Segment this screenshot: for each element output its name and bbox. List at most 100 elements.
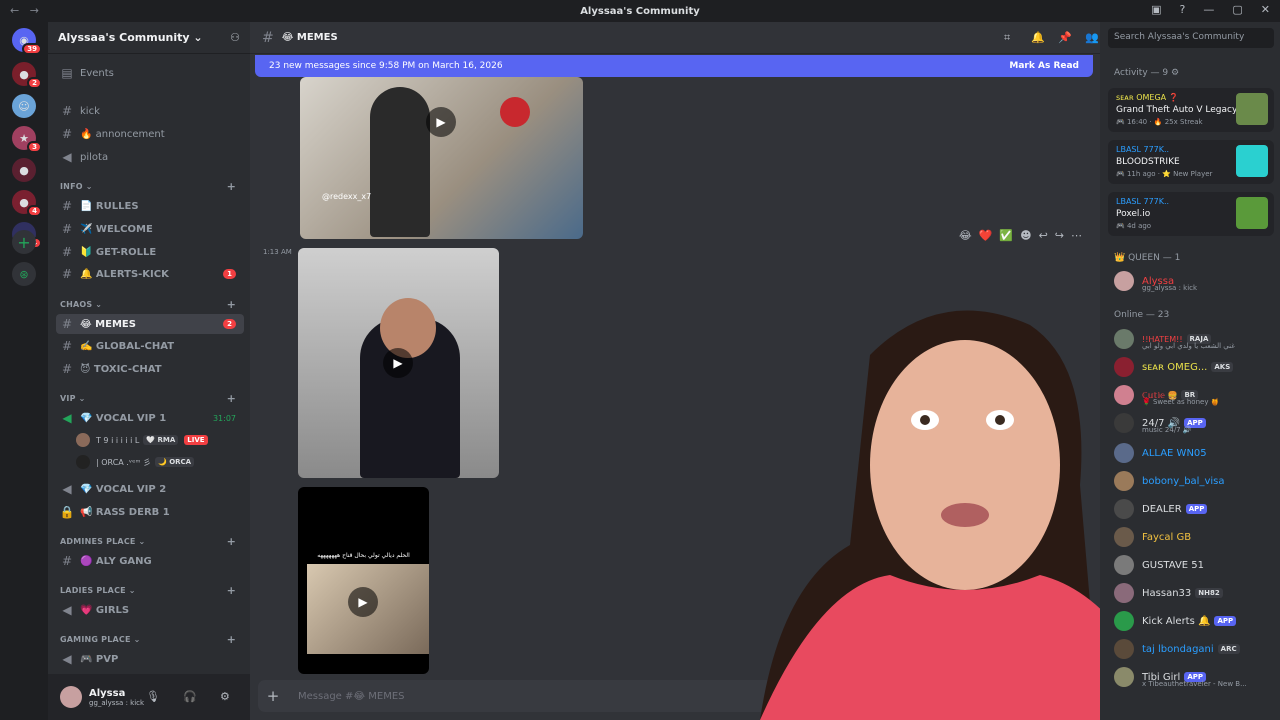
server-icon[interactable]: ● (12, 158, 36, 182)
home-icon[interactable]: ◉ 39 (12, 28, 42, 55)
channel-rulles[interactable]: # 📄 RULLES (56, 196, 244, 216)
bell-icon[interactable]: 🔔 (1031, 31, 1045, 44)
voice-channel-vip1[interactable]: ◀ 💎 VOCAL VIP 1 31:07 (56, 408, 244, 428)
channel-aly-gang[interactable]: # 🟣 ALY GANG (56, 551, 244, 571)
channel-memes[interactable]: # 😂 MEMES 2 (56, 314, 244, 334)
activity-card[interactable]: LBASL 777K.. Poxel.io 🎮 4d ago (1108, 192, 1274, 236)
play-icon[interactable]: ▶ (348, 587, 378, 617)
add-channel-icon[interactable]: + (227, 180, 236, 193)
server-icon[interactable]: ☺ (12, 94, 36, 118)
settings-gear-icon[interactable]: ⚙ (220, 690, 230, 703)
events-link[interactable]: ▤ Events (56, 63, 244, 83)
category-ladies-place[interactable]: LADIES PLACE ⌄ + (60, 584, 244, 597)
add-reaction-icon[interactable]: ☻ (1020, 229, 1031, 242)
video-attachment[interactable]: ▶ @redexx_x7 (300, 77, 583, 239)
new-messages-bar[interactable]: 23 new messages since 9:58 PM on March 1… (255, 55, 1093, 77)
microphone-icon[interactable]: 🎙 (146, 690, 160, 703)
member-item[interactable]: Tibi Girl APP x Tibeauthetraveler - New B.… (1114, 664, 1280, 690)
member-item[interactable]: 24/7 🔊 APP music 24/7 🔊 (1114, 410, 1280, 436)
server-name: Alyssaa's Community ⌄ (58, 31, 203, 44)
member-item[interactable]: Faycal GB (1114, 524, 1280, 550)
member-item[interactable]: taj lbondagani ARC (1114, 636, 1280, 662)
pin-icon[interactable]: 📌 (1058, 31, 1072, 44)
channel-pvp[interactable]: ◀ 🎮 PVP (56, 649, 244, 669)
server-icon[interactable]: ● 4 (12, 190, 42, 217)
live-badge: LIVE (184, 435, 208, 445)
play-icon[interactable]: ▶ (383, 348, 413, 378)
more-icon[interactable]: ⋯ (1071, 229, 1082, 242)
channel-pilota[interactable]: ◀ pilota (56, 147, 244, 167)
channel-get-rolle[interactable]: # 🔰 GET-ROLLE (56, 242, 244, 262)
members-icon[interactable]: 👥 (1085, 31, 1099, 44)
game-icon (1236, 197, 1268, 229)
play-icon[interactable]: ▶ (426, 107, 456, 137)
minimize-icon[interactable]: — (1203, 3, 1214, 16)
server-rail: ◉39 ●2 ☺ ★3 ● ●4 ●164 + ⊛ (0, 22, 48, 720)
add-channel-icon[interactable]: + (227, 392, 236, 405)
threads-icon[interactable]: ⌗ (1004, 31, 1010, 45)
unread-badge: 1 (223, 269, 236, 279)
member-item[interactable]: DEALER APP (1114, 496, 1280, 522)
video-attachment[interactable]: الحلم ديالي تولي بحال قناح هههههههه ▶ (298, 487, 429, 674)
search-input[interactable]: Search Alyssaa's Community (1108, 28, 1274, 48)
member-item[interactable]: bobony_bal_visa (1114, 468, 1280, 494)
channel-global-chat[interactable]: # ✍️ GLOBAL-CHAT (56, 336, 244, 356)
server-icon[interactable]: ● 2 (12, 62, 42, 89)
channel-girls[interactable]: ◀ 💗 GIRLS (56, 600, 244, 620)
voice-user[interactable]: | ORCA .ᵛᵉᵐ 彡 🌙 ORCA (76, 453, 195, 471)
add-channel-icon[interactable]: + (227, 298, 236, 311)
voice-channel-rass-derb[interactable]: 🔒 📢 RASS DERB 1 (56, 502, 244, 522)
server-name-header[interactable]: Alyssaa's Community ⌄ ⚇ (48, 22, 250, 54)
member-item[interactable]: Kick Alerts 🔔 APP (1114, 608, 1280, 634)
video-attachment[interactable]: ▶ (298, 248, 499, 478)
channel-kick[interactable]: # kick (56, 101, 244, 121)
server-icon-active[interactable]: ★ 3 (12, 126, 42, 153)
add-member-icon[interactable]: ⚇ (230, 31, 240, 44)
add-channel-icon[interactable]: + (227, 633, 236, 646)
voice-user[interactable]: T 9 i i i i i L 🤍 RMA LIVE (76, 431, 208, 449)
activity-card[interactable]: ꜱᴇᴀʀ OMEGA ❓ Grand Theft Auto V Legacy 🎮… (1108, 88, 1274, 132)
channel-label: 🔥 annoncement (80, 128, 165, 140)
category-chaos[interactable]: CHAOS ⌄ + (60, 298, 244, 311)
member-item[interactable]: Hassan33 NH82 (1114, 580, 1280, 606)
reply-icon[interactable]: ↩ (1039, 229, 1048, 242)
voice-channel-vip2[interactable]: ◀ 💎 VOCAL VIP 2 (56, 479, 244, 499)
avatar[interactable] (60, 686, 82, 708)
add-server-icon[interactable]: + (12, 230, 36, 254)
category-admines-place[interactable]: ADMINES PLACE ⌄ + (60, 535, 244, 548)
channel-welcome[interactable]: # ✈️ WELCOME (56, 219, 244, 239)
reaction-check[interactable]: ✅ (999, 229, 1013, 242)
member-panel: Search Alyssaa's Community Activity — 9 … (1100, 22, 1280, 720)
forward-icon[interactable]: ↪ (1055, 229, 1064, 242)
add-channel-icon[interactable]: + (227, 535, 236, 548)
member-item[interactable]: ALLAE WN05 (1114, 440, 1280, 466)
member-item[interactable]: !!HATEM!! RAJA غني الشعب يا ولدي ابي ولو ا… (1114, 326, 1280, 352)
member-name: ALLAE WN05 (1142, 447, 1207, 459)
discover-icon[interactable]: ⊛ (12, 262, 36, 286)
attach-plus-icon[interactable]: + (258, 687, 288, 705)
message-input[interactable]: Message #😂 MEMES (298, 691, 405, 702)
activity-header[interactable]: Activity — 9 ⚙ (1114, 68, 1179, 78)
help-icon[interactable]: ? (1180, 3, 1186, 16)
activity-card[interactable]: LBASL 777K.. BLOODSTRIKE 🎮 11h ago · ⭐ N… (1108, 140, 1274, 184)
channel-toxic-chat[interactable]: # 😈 TOXIC-CHAT (56, 359, 244, 379)
member-item[interactable]: ℂ𝕦𝕥𝕚𝕖 🍔 BR 🌹 Sweet as honey 🍯 (1114, 382, 1280, 408)
inbox-icon[interactable]: ▣ (1151, 3, 1161, 16)
reaction-heart[interactable]: ❤️ (979, 229, 993, 242)
lock-icon: 🔒 (59, 505, 75, 519)
member-item[interactable]: ꜱᴇᴀʀ OMEG... AKS (1114, 354, 1280, 380)
category-info[interactable]: INFO ⌄ + (60, 180, 244, 193)
mark-as-read-button[interactable]: Mark As Read (1009, 61, 1079, 71)
category-vip[interactable]: VIP ⌄ + (60, 392, 244, 405)
member-name: Faycal GB (1142, 531, 1192, 543)
channel-alerts-kick[interactable]: # 🔔 ALERTS-KICK 1 (56, 264, 244, 284)
maximize-icon[interactable]: ▢ (1232, 3, 1242, 16)
close-icon[interactable]: ✕ (1261, 3, 1270, 16)
headphones-icon[interactable]: 🎧 (183, 690, 197, 703)
category-gaming-place[interactable]: GAMING PLACE ⌄ + (60, 633, 244, 646)
channel-annoncement[interactable]: # 🔥 annoncement (56, 124, 244, 144)
member-item[interactable]: Alyssa gg_alyssa : kick (1114, 268, 1280, 294)
reaction-laugh[interactable]: 😂 (959, 229, 972, 242)
add-channel-icon[interactable]: + (227, 584, 236, 597)
member-item[interactable]: GUSTAVE 51 (1114, 552, 1280, 578)
